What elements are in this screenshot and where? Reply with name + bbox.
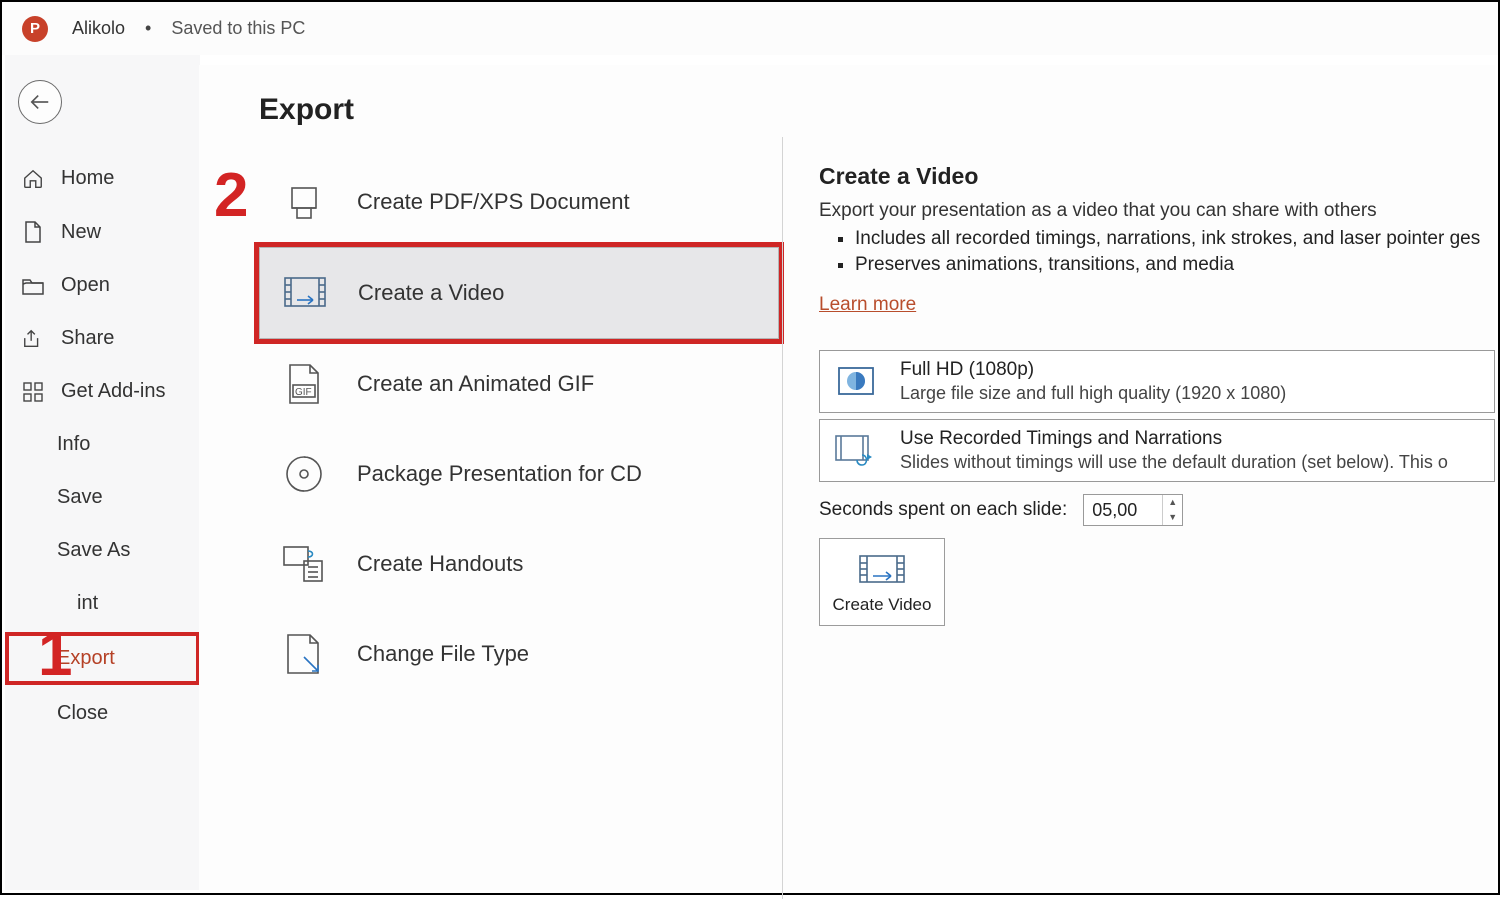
export-opt-label: Create PDF/XPS Document (357, 189, 630, 215)
export-opt-filetype[interactable]: Change File Type (259, 609, 779, 699)
create-video-icon (857, 553, 907, 587)
backstage-main: Export Create PDF/XPS Document Create a … (199, 65, 1495, 890)
nav-label: New (61, 221, 101, 244)
nav-home[interactable]: Home (5, 152, 200, 205)
nav-info[interactable]: Info (5, 418, 200, 471)
seconds-spinner[interactable]: 05,00 ▲ ▼ (1083, 494, 1183, 526)
quality-dropdown[interactable]: Full HD (1080p) Large file size and full… (819, 350, 1495, 413)
nav-close[interactable]: Close (5, 687, 200, 740)
timings-title: Use Recorded Timings and Narrations (900, 428, 1448, 450)
seconds-value[interactable]: 05,00 (1084, 495, 1162, 525)
nav-label: Close (57, 702, 108, 725)
nav-label: Home (61, 167, 114, 190)
detail-heading: Create a Video (819, 163, 1495, 190)
export-content: Create PDF/XPS Document Create a Video G… (259, 157, 1495, 699)
home-icon (21, 168, 45, 190)
timings-icon (834, 429, 878, 473)
nav-addins[interactable]: Get Add-ins (5, 365, 200, 418)
folder-open-icon (21, 276, 45, 296)
spinner-arrows: ▲ ▼ (1162, 495, 1182, 525)
spinner-down[interactable]: ▼ (1163, 510, 1182, 525)
export-opt-cd[interactable]: Package Presentation for CD (259, 429, 779, 519)
export-option-list: Create PDF/XPS Document Create a Video G… (259, 157, 779, 699)
pdf-icon (281, 179, 327, 225)
export-detail-panel: Create a Video Export your presentation … (819, 157, 1495, 626)
nav-new[interactable]: New (5, 205, 200, 259)
nav-save-as[interactable]: Save As (5, 524, 200, 577)
learn-more-link[interactable]: Learn more (819, 294, 916, 316)
backstage-nav: Home New Open Share Get Add-ins Info Sav… (5, 55, 200, 890)
nav-share[interactable]: Share (5, 312, 200, 365)
arrow-left-icon (29, 91, 51, 113)
export-opt-gif[interactable]: GIF Create an Animated GIF (259, 339, 779, 429)
document-name: Alikolo (72, 18, 125, 39)
export-opt-label: Create Handouts (357, 551, 523, 577)
column-divider (782, 137, 783, 899)
export-opt-label: Change File Type (357, 641, 529, 667)
nav-label: Save As (57, 539, 130, 562)
export-opt-label: Package Presentation for CD (357, 461, 642, 487)
document-icon (21, 220, 45, 244)
share-icon (21, 328, 45, 350)
nav-open[interactable]: Open (5, 259, 200, 312)
nav-label: Info (57, 433, 90, 456)
detail-bullets: Includes all recorded timings, narration… (819, 228, 1495, 276)
handouts-icon (281, 541, 327, 587)
monitor-icon (834, 360, 878, 404)
detail-bullet: Preserves animations, transitions, and m… (855, 254, 1495, 276)
title-separator: • (145, 18, 151, 39)
seconds-label: Seconds spent on each slide: (819, 499, 1067, 521)
nav-export[interactable]: Export (5, 632, 200, 685)
timings-desc: Slides without timings will use the defa… (900, 452, 1448, 473)
spinner-up[interactable]: ▲ (1163, 495, 1182, 510)
seconds-row: Seconds spent on each slide: 05,00 ▲ ▼ (819, 494, 1495, 526)
svg-text:GIF: GIF (295, 387, 312, 398)
page-title: Export (259, 93, 1495, 127)
export-opt-label: Create an Animated GIF (357, 371, 594, 397)
nav-save[interactable]: Save (5, 471, 200, 524)
create-video-button[interactable]: Create Video (819, 538, 945, 626)
filetype-icon (281, 631, 327, 677)
back-button[interactable] (18, 80, 62, 124)
nav-label: Get Add-ins (61, 380, 166, 403)
export-opt-handouts[interactable]: Create Handouts (259, 519, 779, 609)
timings-dropdown[interactable]: Use Recorded Timings and Narrations Slid… (819, 419, 1495, 482)
nav-label: Share (61, 327, 114, 350)
title-bar: P Alikolo • Saved to this PC (2, 2, 1498, 55)
gif-icon: GIF (281, 361, 327, 407)
export-opt-label: Create a Video (358, 280, 504, 306)
addins-icon (21, 381, 45, 403)
detail-bullet: Includes all recorded timings, narration… (855, 228, 1495, 250)
video-icon (282, 270, 328, 316)
cd-icon (281, 451, 327, 497)
export-opt-video[interactable]: Create a Video (259, 247, 779, 339)
create-video-label: Create Video (826, 595, 938, 615)
quality-title: Full HD (1080p) (900, 359, 1286, 381)
nav-label: Open (61, 274, 110, 297)
powerpoint-app-icon: P (22, 16, 48, 42)
save-status: Saved to this PC (171, 18, 305, 39)
export-opt-pdf[interactable]: Create PDF/XPS Document (259, 157, 779, 247)
nav-label: Export (57, 647, 115, 670)
nav-label: int (77, 592, 98, 615)
nav-print[interactable]: int (5, 577, 200, 630)
quality-desc: Large file size and full high quality (1… (900, 383, 1286, 404)
detail-subtitle: Export your presentation as a video that… (819, 200, 1495, 222)
nav-label: Save (57, 486, 103, 509)
